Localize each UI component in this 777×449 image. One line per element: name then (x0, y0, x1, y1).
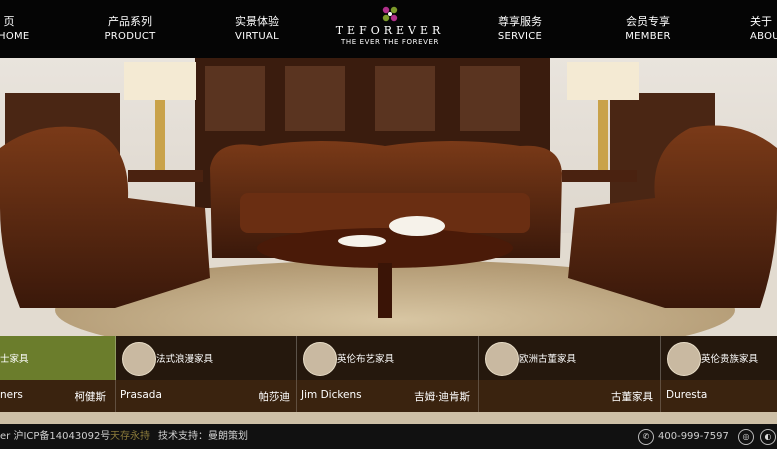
nav-product-cn: 产品系列 (108, 15, 152, 28)
nav-home-cn: 页 (3, 15, 15, 28)
nav-about-cn: 关于 (750, 15, 772, 28)
logo-emblem-icon (382, 6, 398, 22)
carpet-strip (0, 412, 777, 424)
category-label: 欧洲古董家具 (519, 354, 577, 365)
phone-icon: ✆ (638, 429, 654, 445)
brand-divider (660, 380, 661, 412)
nav-virtual-cn: 实景体验 (235, 15, 279, 28)
category-item-2[interactable]: 法式浪漫家具 (116, 336, 297, 380)
nav-virtual[interactable]: 实景体验 VIRTUAL (227, 14, 287, 44)
category-item-5[interactable]: 英伦贵族家具 (661, 336, 777, 380)
nav-product[interactable]: 产品系列 PRODUCT (100, 14, 160, 44)
nav-about-en: ABOU (750, 31, 777, 42)
footer-support[interactable]: 技术支持：曼朗策划 (158, 424, 248, 449)
footer-icp[interactable]: er 沪ICP备14043092号 (0, 424, 110, 449)
weibo-icon[interactable]: ◎ (738, 429, 754, 445)
brand-name-en[interactable]: Duresta (666, 389, 707, 401)
footer: er 沪ICP备14043092号 天存永持 技术支持：曼朗策划 ✆ 400-9… (0, 424, 777, 449)
category-thumb-icon (485, 342, 519, 376)
brand-divider (478, 380, 479, 412)
brand-divider (296, 380, 297, 412)
logo-brand-name: TEFOREVER (335, 24, 445, 37)
nav-service-cn: 尊享服务 (498, 15, 542, 28)
nav-service[interactable]: 尊享服务 SERVICE (490, 14, 550, 44)
category-label: 英伦贵族家具 (701, 354, 759, 365)
footer-phone: 400-999-7597 (658, 431, 729, 442)
nav-about[interactable]: 关于 ABOU (750, 14, 777, 44)
brand-name-en[interactable]: Prasada (120, 389, 162, 401)
brand-name-cn[interactable]: 柯健斯 (40, 389, 107, 404)
brand-name-cn[interactable]: 吉姆·迪肯斯 (390, 389, 470, 404)
nav-home-en: HOME (0, 31, 30, 42)
category-thumb-icon (303, 342, 337, 376)
brand-name-en[interactable]: ners (0, 389, 23, 401)
category-bar: 士家具 法式浪漫家具 英伦布艺家具 欧洲古董家具 英伦贵族家具 (0, 336, 777, 380)
living-room-illustration (0, 58, 777, 336)
nav-member[interactable]: 会员专享 MEMBER (618, 14, 678, 44)
category-thumb-icon (667, 342, 701, 376)
nav-member-en: MEMBER (625, 31, 671, 42)
brand-name-cn[interactable]: 古董家具 (580, 389, 653, 404)
share-icon[interactable]: ◐ (760, 429, 776, 445)
brand-name-en[interactable]: Jim Dickens (301, 389, 362, 401)
nav-virtual-en: VIRTUAL (235, 31, 279, 42)
nav-product-en: PRODUCT (104, 31, 156, 42)
category-thumb-icon (122, 342, 156, 376)
brand-bar: ners 柯健斯 Prasada 帕莎迪 Jim Dickens 吉姆·迪肯斯 … (0, 380, 777, 412)
brand-name-cn[interactable]: 帕莎迪 (220, 389, 291, 404)
category-label: 士家具 (0, 354, 29, 365)
logo-tagline: THE EVER THE FOREVER (341, 38, 439, 46)
category-item-1[interactable]: 士家具 (0, 336, 116, 380)
hero-banner (0, 58, 777, 336)
brand-logo[interactable]: TEFOREVER THE EVER THE FOREVER (330, 6, 450, 47)
category-item-3[interactable]: 英伦布艺家具 (297, 336, 479, 380)
brand-divider (115, 380, 116, 412)
category-item-4[interactable]: 欧洲古董家具 (479, 336, 661, 380)
nav-home[interactable]: 页 HOME (0, 14, 30, 44)
top-navigation: 页 HOME 产品系列 PRODUCT 实景体验 VIRTUAL TEFOREV… (0, 0, 777, 58)
category-label: 英伦布艺家具 (337, 354, 395, 365)
category-label: 法式浪漫家具 (156, 354, 214, 365)
nav-service-en: SERVICE (497, 31, 543, 42)
footer-highlight: 天存永持 (110, 431, 150, 442)
nav-member-cn: 会员专享 (626, 15, 670, 28)
